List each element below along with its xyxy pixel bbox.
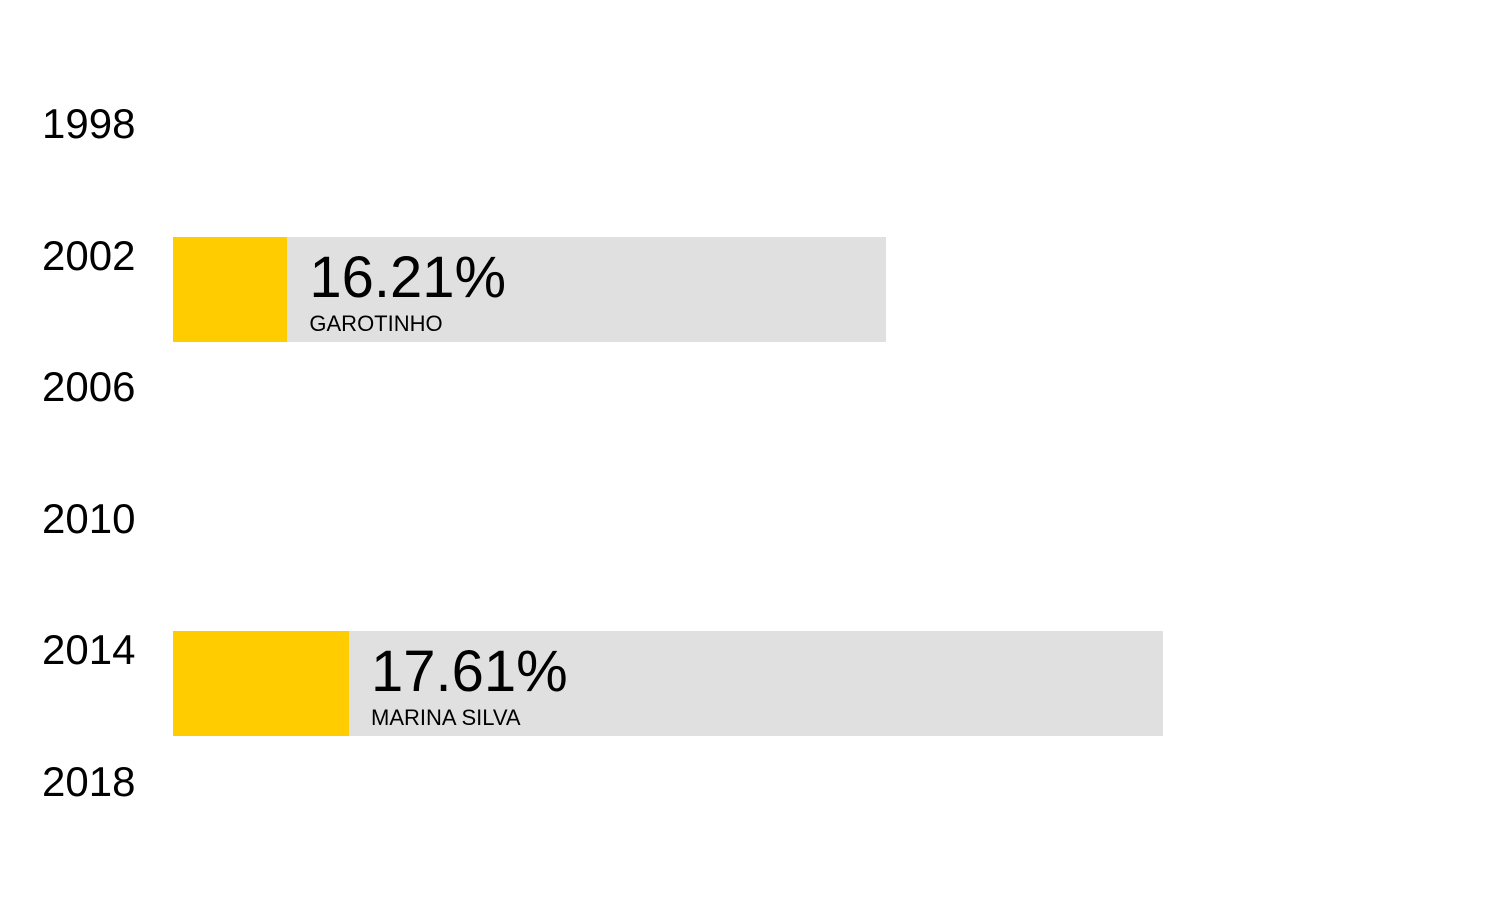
- year-label: 2006: [42, 363, 136, 411]
- year-label: 1998: [42, 100, 136, 147]
- value-label: 17.61%: [371, 639, 568, 705]
- candidate-label: MARINA SILVA: [371, 705, 521, 731]
- year-label: 2018: [42, 758, 136, 805]
- candidate-label: GAROTINHO: [309, 310, 443, 336]
- bar-fill: [173, 236, 288, 342]
- year-label: 2014: [42, 626, 136, 674]
- bar-chart: 1998 2002 16.21% GAROTINHO 2006 2010 2014 17.61…: [0, 0, 1500, 900]
- value-label: 16.21%: [309, 244, 507, 310]
- year-label: 2010: [42, 494, 136, 542]
- bar-fill: [173, 631, 349, 737]
- year-label: 2002: [42, 231, 136, 279]
